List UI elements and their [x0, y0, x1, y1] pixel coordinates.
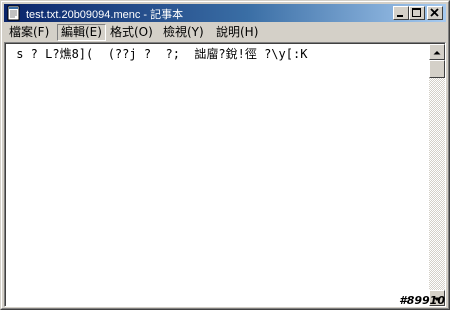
editor-frame: s ? L?燋8]( (??j ? ?; 詘廇?銳!徑 ?\y[:K: [4, 42, 446, 307]
editor-area[interactable]: s ? L?燋8]( (??j ? ?; 詘廇?銳!徑 ?\y[:K: [5, 43, 445, 306]
minimize-icon: [397, 15, 403, 17]
vertical-scrollbar[interactable]: [429, 44, 445, 306]
close-button[interactable]: [427, 6, 443, 20]
notepad-window: test.txt.20b09094.menc - 記事本 檔案(F) 編輯(E)…: [0, 0, 450, 310]
editor-text[interactable]: s ? L?燋8]( (??j ? ?; 詘廇?銳!徑 ?\y[:K: [9, 47, 429, 301]
maximize-button[interactable]: [409, 6, 425, 20]
scroll-up-arrow-icon: [433, 51, 441, 55]
menu-bar: 檔案(F) 編輯(E) 格式(O) 檢視(Y) 說明(H): [4, 23, 446, 42]
window-title: test.txt.20b09094.menc - 記事本: [26, 9, 184, 21]
maximize-icon: [412, 8, 421, 17]
notepad-app-icon[interactable]: [7, 5, 21, 21]
scroll-thumb[interactable]: [429, 60, 445, 78]
menu-edit[interactable]: 編輯(E): [57, 24, 106, 41]
title-bar[interactable]: test.txt.20b09094.menc - 記事本: [4, 4, 446, 22]
menu-view[interactable]: 檢視(Y): [160, 24, 207, 41]
close-icon: [430, 8, 439, 17]
menu-format[interactable]: 格式(O): [107, 24, 156, 41]
scroll-up-button[interactable]: [429, 44, 445, 60]
menu-file[interactable]: 檔案(F): [6, 24, 52, 41]
minimize-button[interactable]: [393, 6, 409, 20]
watermark-text: #89910: [399, 294, 445, 307]
menu-help[interactable]: 說明(H): [213, 24, 261, 41]
